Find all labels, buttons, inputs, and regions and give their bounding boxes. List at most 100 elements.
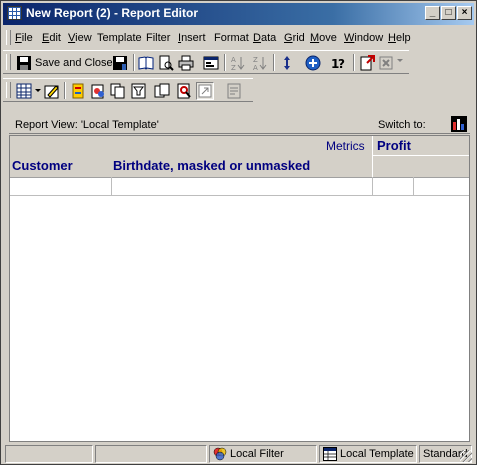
toolbar-grip[interactable]: [6, 54, 11, 70]
switch-view-button[interactable]: [451, 116, 467, 132]
menu-help[interactable]: Help: [388, 32, 411, 44]
local-filter-panel[interactable]: Local Filter: [209, 445, 317, 463]
menu-data[interactable]: Data: [253, 32, 276, 44]
local-template-label: Local Template: [340, 448, 414, 460]
standard-toolbar: Save and Close AZ ZA 1 ?: [3, 50, 409, 74]
svg-text:?: ?: [338, 57, 345, 71]
sort-descending-button[interactable]: ZA: [251, 54, 269, 72]
menu-view[interactable]: View: [68, 32, 92, 44]
menu-file[interactable]: File: [15, 32, 33, 44]
menu-window[interactable]: Window: [344, 32, 383, 44]
status-panel-empty: [5, 445, 93, 463]
filter-button[interactable]: [130, 82, 148, 100]
chevron-down-icon[interactable]: [35, 89, 41, 92]
local-template-panel[interactable]: Local Template: [319, 445, 417, 463]
menu-format[interactable]: Format: [214, 32, 249, 44]
menu-template[interactable]: Template: [97, 32, 142, 44]
find-magnifier-icon: [177, 83, 191, 99]
menu-filter[interactable]: Filter: [146, 32, 170, 44]
report-grid-icon: [7, 6, 22, 20]
chevron-down-icon[interactable]: [397, 59, 403, 62]
drill-arrow-icon: [198, 84, 212, 98]
menu-bar: File Edit View Template Filter Insert Fo…: [3, 28, 474, 48]
view-toolbar: [3, 78, 253, 102]
toolbar-separator: [64, 82, 66, 99]
svg-text:A: A: [231, 56, 236, 64]
metrics-header[interactable]: Metrics: [326, 139, 365, 153]
svg-text:Z: Z: [253, 56, 258, 64]
grid-line: [372, 155, 469, 156]
notes-button[interactable]: [225, 82, 243, 100]
resize-grip[interactable]: [460, 450, 472, 462]
title-bar[interactable]: New Report (2) - Report Editor _ □ ×: [3, 3, 474, 25]
grid-view-icon: [16, 83, 32, 99]
grid-line: [372, 177, 373, 196]
report-view-header: Report View: 'Local Template' Switch to:: [9, 116, 470, 134]
toolbar-separator: [273, 54, 275, 71]
find-button[interactable]: [176, 82, 194, 100]
metric-icon: [91, 84, 104, 99]
attribute-icon: [72, 83, 84, 99]
report-view-label: Report View: 'Local Template': [15, 119, 159, 131]
status-panel-empty: [95, 445, 207, 463]
floppy-disk-icon: [17, 56, 31, 70]
window-title: New Report (2) - Report Editor: [26, 6, 199, 20]
book-icon: [138, 56, 154, 70]
sort-ascending-button[interactable]: AZ: [229, 54, 247, 72]
menu-grip[interactable]: [6, 30, 11, 45]
menu-move[interactable]: Move: [310, 32, 337, 44]
switch-to-label: Switch to:: [378, 119, 426, 131]
table-row-cell[interactable]: [112, 178, 372, 195]
report-grid[interactable]: Metrics Profit Customer Birthdate, maske…: [9, 135, 470, 442]
design-view-button[interactable]: [43, 82, 61, 100]
toolbar-grip[interactable]: [6, 82, 11, 98]
sort-ascending-icon: AZ: [231, 56, 245, 71]
metrics-button[interactable]: [89, 82, 107, 100]
bar-chart-icon: [451, 116, 467, 132]
export-document-icon: [360, 55, 375, 71]
design-edit-icon: [44, 85, 59, 99]
profit-header: Profit: [377, 138, 411, 153]
view-mode-button[interactable]: [15, 82, 33, 100]
export-button[interactable]: [358, 54, 376, 72]
pivot-button[interactable]: [278, 54, 296, 72]
maximize-button[interactable]: □: [441, 6, 456, 20]
properties-button[interactable]: [202, 54, 220, 72]
filter-funnel-icon: [131, 83, 146, 99]
toolbar-separator: [224, 54, 226, 71]
status-bar: Local Filter Local Template Standard: [3, 444, 474, 464]
sort-descending-icon: ZA: [253, 56, 267, 71]
menu-insert[interactable]: Insert: [178, 32, 206, 44]
print-preview-icon: [159, 55, 174, 71]
profit-header-cell[interactable]: Profit: [372, 136, 469, 155]
print-button[interactable]: [177, 54, 195, 72]
cancel-x-icon: [379, 56, 393, 70]
toolbar-separator: [133, 54, 135, 71]
close-button[interactable]: ×: [457, 6, 472, 20]
menu-edit[interactable]: Edit: [42, 32, 61, 44]
open-book-button[interactable]: [137, 54, 155, 72]
save-and-close-label: Save and Close: [35, 57, 113, 69]
menu-grid[interactable]: Grid: [284, 32, 305, 44]
page-by-button[interactable]: [153, 82, 171, 100]
svg-text:A: A: [253, 64, 258, 71]
minimize-button[interactable]: _: [425, 6, 440, 20]
table-row-cell[interactable]: [10, 178, 111, 195]
help-context-button[interactable]: 1?: [330, 54, 348, 72]
birthdate-column-header[interactable]: Birthdate, masked or unmasked: [113, 158, 310, 173]
drill-button[interactable]: [196, 82, 214, 100]
cancel-execution-button[interactable]: [378, 54, 396, 72]
print-preview-button[interactable]: [157, 54, 175, 72]
customer-column-header[interactable]: Customer: [12, 158, 73, 173]
pivot-arrows-icon: [284, 56, 290, 70]
printer-icon: [178, 55, 194, 71]
help-question-icon: 1?: [331, 57, 345, 71]
add-to-report-button[interactable]: [304, 54, 322, 72]
copy-template-button[interactable]: [109, 82, 127, 100]
grid-line: [413, 177, 414, 196]
properties-icon: [203, 56, 219, 70]
save-button[interactable]: [111, 54, 129, 72]
filter-venn-icon: [213, 447, 227, 461]
attribute-button[interactable]: [69, 82, 87, 100]
toolbar-separator: [353, 54, 355, 71]
